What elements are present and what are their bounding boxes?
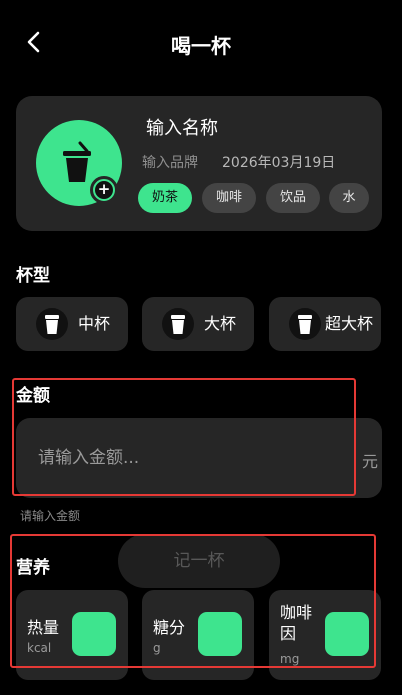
cup-icon — [162, 308, 194, 340]
cup-icon — [289, 308, 321, 340]
amount-hint: 请输入金额 — [20, 509, 81, 523]
drink-name-field[interactable]: 输入名称 — [146, 114, 218, 140]
currency-label: 元 — [362, 452, 379, 471]
add-photo-button[interactable]: + — [90, 176, 118, 204]
highlight-box-nutrition — [10, 534, 376, 668]
cup-icon — [36, 308, 68, 340]
size-option-medium[interactable]: 中杯 — [16, 297, 128, 351]
category-chip-coffee[interactable]: 咖啡 — [202, 183, 256, 213]
size-label: 中杯 — [78, 314, 111, 333]
page-title: 喝一杯 — [171, 34, 231, 58]
category-chip-beverage[interactable]: 饮品 — [266, 183, 320, 213]
category-chip-milk-tea[interactable]: 奶茶 — [138, 183, 192, 213]
size-label: 超大杯 — [325, 314, 374, 333]
size-option-extra-large[interactable]: 超大杯 — [269, 297, 381, 351]
date-field[interactable]: 2026年03月19日 — [222, 152, 335, 172]
highlight-box-amount — [12, 378, 356, 496]
category-chip-water[interactable]: 水 — [329, 183, 369, 213]
size-label: 大杯 — [204, 314, 237, 333]
plus-icon: + — [95, 181, 113, 199]
brand-field[interactable]: 输入品牌 — [142, 152, 198, 172]
size-option-large[interactable]: 大杯 — [142, 297, 254, 351]
cup-type-title: 杯型 — [16, 266, 50, 286]
